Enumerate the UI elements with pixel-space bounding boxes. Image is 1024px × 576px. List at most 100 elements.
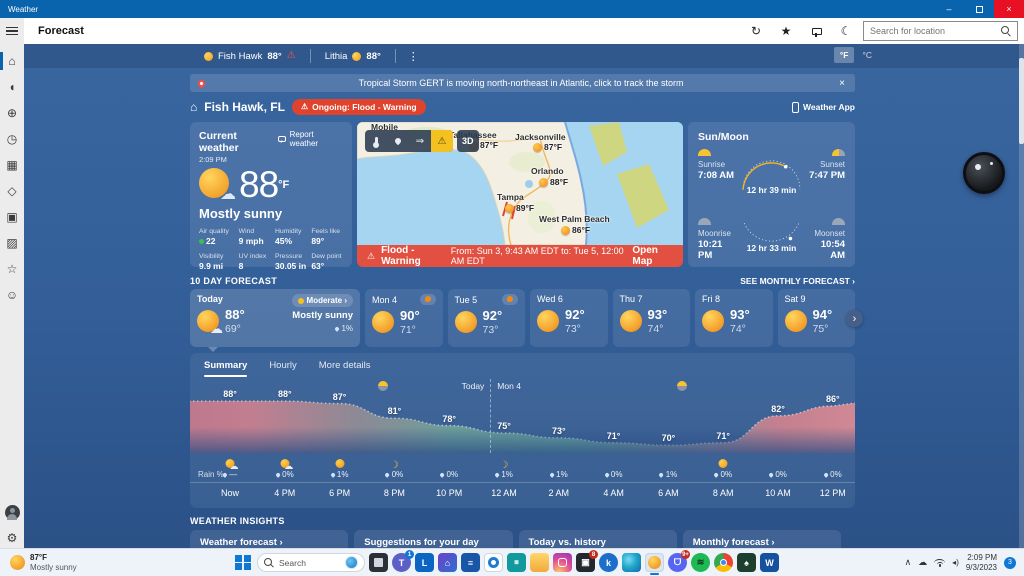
- forecast-next-button[interactable]: ›: [846, 310, 863, 327]
- sun-icon: [204, 52, 213, 61]
- flood-warning-pill[interactable]: ⚠ Ongoing: Flood - Warning: [292, 99, 426, 115]
- sidebar-item-feedback[interactable]: ☺: [0, 282, 24, 308]
- taskbar-app-chrome[interactable]: [714, 553, 733, 572]
- volume-icon[interactable]: ◂): [952, 558, 959, 567]
- tab-fish-hawk[interactable]: Fish Hawk 88° ⚠: [190, 44, 310, 68]
- tray-hidden-icons-chevron[interactable]: ∧: [905, 557, 912, 568]
- taskbar-app-solitaire[interactable]: ♠: [737, 553, 756, 572]
- sidebar-item-3d-maps[interactable]: ⊕: [0, 100, 24, 126]
- tab-lithia[interactable]: Lithia 88°: [311, 44, 395, 68]
- celsius-button[interactable]: °C: [856, 47, 878, 63]
- refresh-button[interactable]: ↻: [743, 20, 769, 42]
- monthly-forecast-link[interactable]: SEE MONTHLY FORECAST ›: [740, 276, 855, 286]
- tabs-more-button[interactable]: ⋮: [396, 50, 431, 63]
- taskbar-weather-widget[interactable]: 87°F Mostly sunny: [0, 549, 87, 576]
- temperature-layer-button[interactable]: [365, 130, 387, 152]
- map-canvas[interactable]: Mobile Tallahassee 87°F Jacksonville 87°…: [357, 122, 683, 245]
- sidebar-item-trends[interactable]: ▨: [0, 230, 24, 256]
- insight-card-weather-forecast[interactable]: Weather forecast ›: [190, 530, 348, 548]
- tab-more-details[interactable]: More details: [319, 360, 371, 377]
- insight-card-today-vs-history[interactable]: Today vs. history: [519, 530, 677, 548]
- taskbar-app-store[interactable]: ⌂: [438, 553, 457, 572]
- forecast-day[interactable]: Thu 7 93°74°: [613, 289, 691, 347]
- taskbar-app-loop[interactable]: [484, 553, 503, 572]
- wind-layer-button[interactable]: ⇒: [409, 130, 431, 152]
- forecast-day[interactable]: Tue 5 92°73°: [448, 289, 526, 347]
- taskbar-app-weather-active[interactable]: [645, 553, 664, 572]
- onedrive-icon[interactable]: ☁: [918, 557, 927, 568]
- weather-map[interactable]: Mobile Tallahassee 87°F Jacksonville 87°…: [357, 122, 683, 267]
- temperature-chart[interactable]: 88°88°87°81°78°75°73°71°70°71°82°86°Toda…: [190, 377, 855, 453]
- hourly-temp-label: 81°: [388, 406, 402, 416]
- taskbar-app-linkedin[interactable]: L: [415, 553, 434, 572]
- wifi-icon[interactable]: [934, 559, 945, 567]
- sidebar-item-life[interactable]: ▣: [0, 204, 24, 230]
- notification-badge[interactable]: 3: [1004, 557, 1016, 569]
- taskbar-app-photos[interactable]: ▣8: [576, 553, 595, 572]
- pin-to-start-button[interactable]: [803, 20, 829, 42]
- storm-alert-banner[interactable]: Tropical Storm GERT is moving north-nort…: [190, 74, 855, 92]
- sidebar-item-hourly[interactable]: ◷: [0, 126, 24, 152]
- precipitation-layer-button[interactable]: [387, 130, 409, 152]
- start-button[interactable]: [233, 553, 253, 573]
- city-temp: 88°F: [539, 177, 568, 187]
- sidebar-item-interests[interactable]: ☆: [0, 256, 24, 282]
- sidebar-item-radar[interactable]: ◖: [0, 74, 24, 100]
- close-button[interactable]: ×: [994, 0, 1024, 18]
- rain-percent: 1%: [659, 470, 677, 479]
- tray-clock[interactable]: 2:09 PM 9/3/2023: [966, 553, 997, 573]
- forecast-day[interactable]: Wed 6 92°73°: [530, 289, 608, 347]
- open-map-link[interactable]: Open Map: [632, 245, 673, 267]
- metric-visibility: Visibility9.9 mi: [199, 253, 236, 271]
- taskbar-app-edge[interactable]: [622, 553, 641, 572]
- search-icon[interactable]: [1001, 26, 1011, 36]
- insight-card-monthly-forecast[interactable]: Monthly forecast ›: [683, 530, 841, 548]
- weather-app-button[interactable]: Weather App: [792, 102, 855, 113]
- favorites-button[interactable]: ★: [773, 20, 799, 42]
- search-input[interactable]: [870, 26, 995, 36]
- map-3d-button[interactable]: 3D: [457, 130, 479, 152]
- profile-avatar[interactable]: [5, 505, 20, 520]
- taskbar-app-discord[interactable]: ᗜ9+: [668, 553, 687, 572]
- sidebar-item-home[interactable]: ⌂: [0, 48, 24, 74]
- forecast-day-today[interactable]: Today ☁ 88°69° Moderate › Mostly sunny 1…: [190, 289, 360, 347]
- severe-layer-button[interactable]: ⚠: [431, 130, 453, 152]
- insight-card-suggestions[interactable]: Suggestions for your day: [354, 530, 512, 548]
- day-label: Sat 9: [785, 294, 806, 304]
- taskbar-app-copilot[interactable]: ≡: [461, 553, 480, 572]
- aqi-badge[interactable]: Moderate ›: [292, 294, 353, 307]
- scrollbar[interactable]: [1019, 44, 1024, 548]
- taskbar-app-word[interactable]: W: [760, 553, 779, 572]
- minimize-button[interactable]: –: [934, 0, 964, 18]
- flood-warning-bar[interactable]: ⚠ Flood - Warning From: Sun 3, 9:43 AM E…: [357, 245, 683, 267]
- sidebar-item-pollen[interactable]: ◇: [0, 178, 24, 204]
- taskbar-search[interactable]: Search: [257, 553, 365, 572]
- taskbar-app-task-view[interactable]: [369, 553, 388, 572]
- location-search[interactable]: [863, 21, 1018, 41]
- scrollbar-thumb[interactable]: [1019, 58, 1024, 144]
- maximize-button[interactable]: [964, 0, 994, 18]
- sidebar-item-settings[interactable]: ⚙: [0, 528, 24, 548]
- tab-summary[interactable]: Summary: [204, 360, 247, 377]
- taskbar-app-spotify[interactable]: ≋: [691, 553, 710, 572]
- unit-toggle: °F °C: [834, 47, 878, 63]
- banner-close-icon[interactable]: ×: [837, 78, 847, 89]
- fahrenheit-button[interactable]: °F: [834, 47, 855, 63]
- dark-mode-button[interactable]: ☾: [833, 20, 859, 42]
- tab-hourly[interactable]: Hourly: [269, 360, 296, 377]
- forecast-day[interactable]: Fri 8 93°74°: [695, 289, 773, 347]
- report-weather-button[interactable]: Report weather: [278, 130, 343, 148]
- taskbar-app-instagram[interactable]: [553, 553, 572, 572]
- taskbar-app-kayak[interactable]: k: [599, 553, 618, 572]
- hourly-rain-row: Rain % — 0% 1% 0% 0% 1% 1% 0% 1% 0% 0% 0…: [190, 469, 855, 482]
- day-length: 12 hr 39 min: [736, 185, 807, 195]
- taskbar-app-teams[interactable]: T1: [392, 553, 411, 572]
- taskbar-app-file-explorer[interactable]: [530, 553, 549, 572]
- forecast-day[interactable]: Sat 9 94°75°: [778, 289, 856, 347]
- alert-triangle-icon: ⚠: [287, 51, 296, 61]
- camera-overlay-orb[interactable]: [963, 152, 1005, 194]
- taskbar-app-clipchamp[interactable]: ≣: [507, 553, 526, 572]
- forecast-day[interactable]: Mon 4 90°71°: [365, 289, 443, 347]
- hamburger-menu-button[interactable]: [0, 18, 24, 44]
- sidebar-item-monthly[interactable]: ▦: [0, 152, 24, 178]
